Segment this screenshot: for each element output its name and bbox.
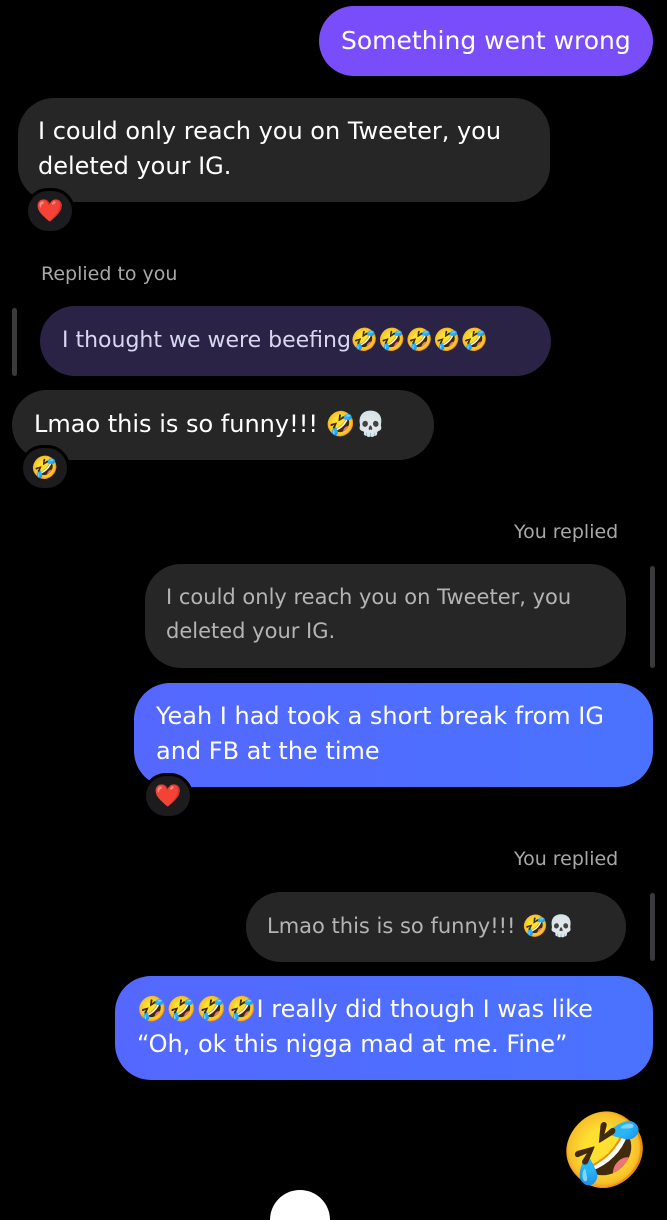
heart-icon: ❤️ [154, 783, 182, 809]
reply-indicator-bar [650, 893, 655, 961]
heart-icon: ❤️ [36, 198, 64, 224]
rofl-emoji-icon: 🤣 [31, 455, 59, 481]
reaction-heart-icon[interactable]: ❤️ [143, 773, 193, 819]
scroll-to-bottom-handle[interactable] [270, 1190, 330, 1220]
quoted-message[interactable]: I could only reach you on Tweeter, you d… [145, 564, 626, 668]
reaction-rofl-icon[interactable]: 🤣 [20, 445, 70, 491]
message-text: Something went wrong [341, 26, 631, 55]
message-text: 🤣🤣🤣🤣I really did though I was like “Oh, … [137, 995, 593, 1058]
reply-indicator-bar [12, 308, 17, 376]
message-text: I could only reach you on Tweeter, you d… [38, 117, 502, 180]
rofl-emoji-icon: 🤣 [560, 1108, 650, 1192]
quoted-text: I could only reach you on Tweeter, you d… [166, 585, 572, 643]
reply-label: Replied to you [41, 263, 178, 285]
reply-label: You replied [514, 521, 619, 543]
message-bubble-sent[interactable]: 🤣🤣🤣🤣I really did though I was like “Oh, … [115, 976, 653, 1080]
message-bubble-sent[interactable]: Yeah I had took a short break from IG an… [134, 683, 653, 787]
message-text: Yeah I had took a short break from IG an… [156, 702, 604, 765]
reply-indicator-bar [650, 566, 655, 668]
quoted-message[interactable]: I thought we were beefing🤣🤣🤣🤣🤣 [40, 306, 551, 376]
message-bubble-received[interactable]: Lmao this is so funny!!! 🤣💀 [12, 390, 434, 460]
reaction-heart-icon[interactable]: ❤️ [25, 188, 75, 234]
message-bubble-received[interactable]: I could only reach you on Tweeter, you d… [18, 98, 550, 202]
quoted-message[interactable]: Lmao this is so funny!!! 🤣💀 [246, 892, 626, 962]
message-text: Lmao this is so funny!!! 🤣💀 [34, 410, 386, 438]
emoji-message-rofl-icon[interactable]: 🤣 [560, 1110, 650, 1190]
quoted-text: Lmao this is so funny!!! 🤣💀 [267, 914, 575, 938]
quoted-text: I thought we were beefing🤣🤣🤣🤣🤣 [62, 328, 488, 353]
message-bubble-sent-error[interactable]: Something went wrong [319, 6, 653, 76]
reply-label: You replied [514, 848, 619, 870]
